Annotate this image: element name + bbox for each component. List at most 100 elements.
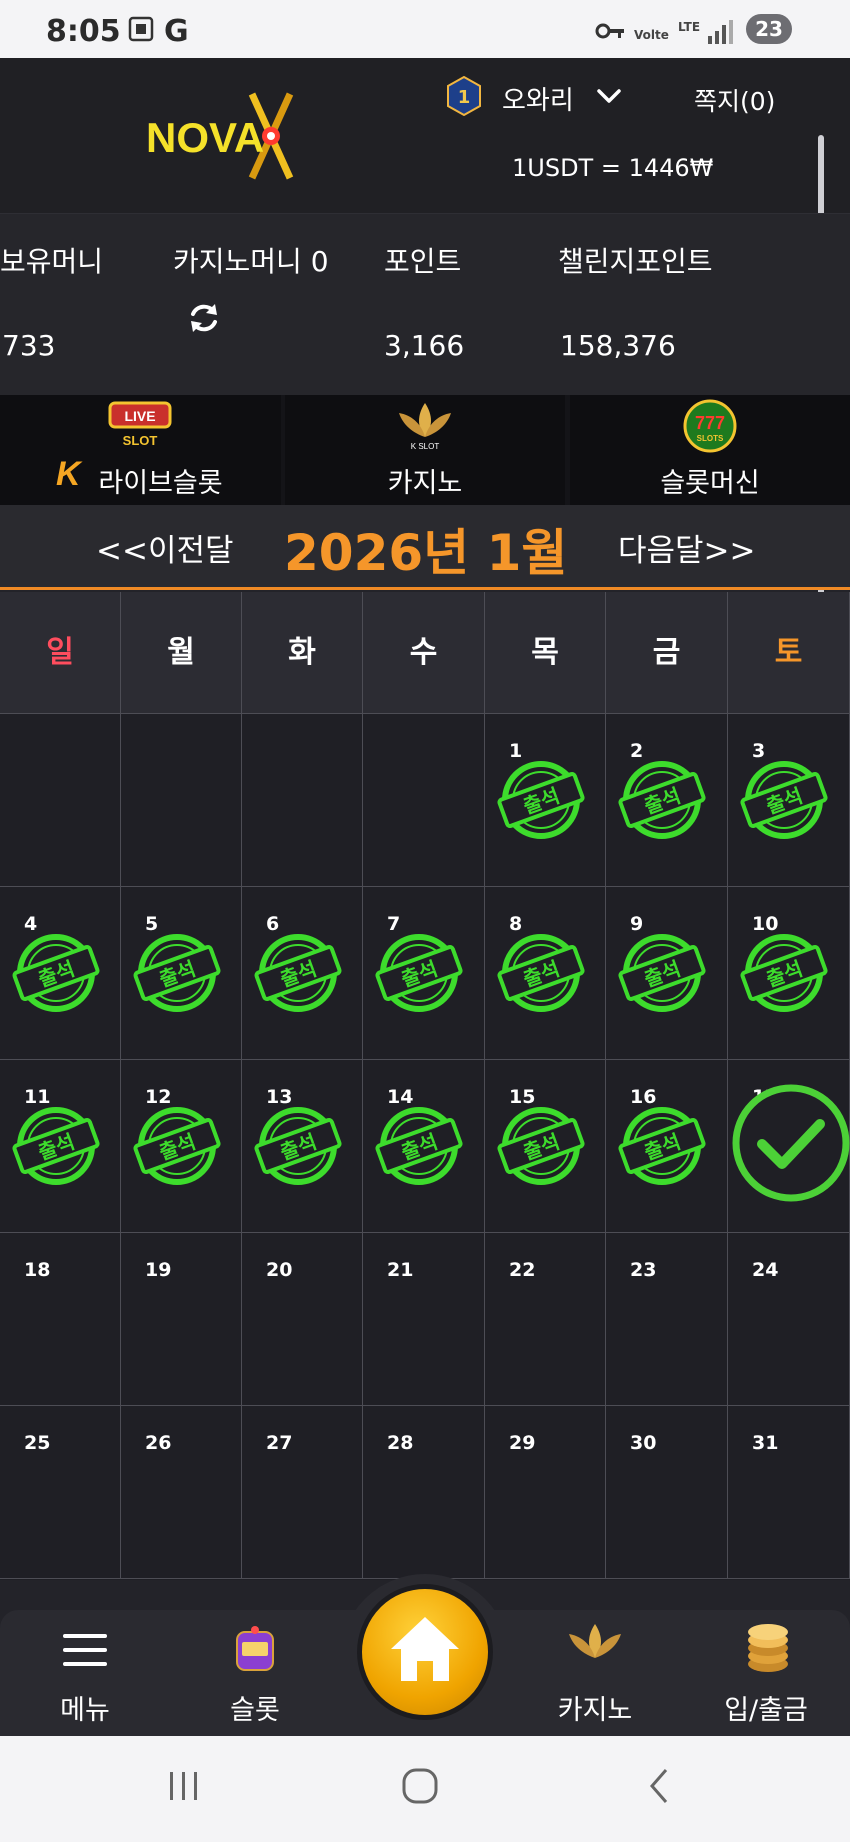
home-icon — [391, 1617, 459, 1681]
day-number: 27 — [266, 1432, 293, 1454]
day-number: 30 — [630, 1432, 657, 1454]
tab-casino[interactable]: K SLOT 카지노 — [285, 395, 565, 505]
attendance-stamp-icon: 출석 — [618, 1107, 706, 1185]
calendar-day-cell[interactable]: 9 출석 — [606, 887, 728, 1060]
calendar-day-cell[interactable]: 17 — [728, 1060, 850, 1233]
challenge-point-value: 158,376 — [560, 329, 676, 362]
svg-text:K SLOT: K SLOT — [411, 442, 440, 451]
day-number: 28 — [387, 1432, 414, 1454]
calendar-day-cell[interactable]: 10 출석 — [728, 887, 850, 1060]
menu-icon — [63, 1634, 107, 1666]
next-month-button[interactable]: 다음달>> — [618, 525, 756, 570]
calendar-day-cell[interactable]: 11 출석 — [0, 1060, 121, 1233]
top-header: NOVA 1 오와리 쪽지(0) 1USDT = 1446₩ — [0, 58, 850, 213]
day-number: 22 — [509, 1259, 536, 1281]
screenshot-icon — [128, 16, 154, 42]
android-navigation-bar — [0, 1736, 850, 1842]
calendar-day-cell[interactable]: 2 출석 — [606, 714, 728, 887]
calendar-day-cell[interactable]: 19 — [121, 1233, 242, 1406]
memo-button[interactable]: 쪽지(0) — [694, 82, 775, 118]
day-number: 26 — [145, 1432, 172, 1454]
day-number: 20 — [266, 1259, 293, 1281]
calendar-day-cell[interactable]: 4 출석 — [0, 887, 121, 1060]
attendance-stamp-icon: 출석 — [497, 934, 585, 1012]
signal-icon — [708, 20, 733, 44]
calendar-day-cell[interactable]: 22 — [485, 1233, 606, 1406]
game-category-tabs: LIVE SLOT K 라이브슬롯 K SLOT 카지노 777 SLOTS 슬… — [0, 395, 850, 505]
calendar-day-cell[interactable]: 26 — [121, 1406, 242, 1579]
calendar-day-cell[interactable]: 20 — [242, 1233, 363, 1406]
nav-menu[interactable]: 메뉴 — [25, 1610, 145, 1736]
calendar-day-cell[interactable]: 15 출석 — [485, 1060, 606, 1233]
calendar-day-cell[interactable]: 6 출석 — [242, 887, 363, 1060]
calendar-day-cell[interactable]: 24 — [728, 1233, 850, 1406]
svg-text:SLOT: SLOT — [123, 433, 158, 448]
calendar-day-cell[interactable]: 23 — [606, 1233, 728, 1406]
balance-panel: 보유머니 733 카지노머니 0 포인트 3,166 챌린지포인트 158,37… — [0, 213, 850, 395]
status-bar: 8:05 G Volte LTE 23 — [0, 0, 850, 58]
calendar-day-cell[interactable]: 14 출석 — [363, 1060, 485, 1233]
calendar-day-cell[interactable]: 12 출석 — [121, 1060, 242, 1233]
point-value: 3,166 — [384, 329, 465, 362]
attendance-stamp-icon: 출석 — [12, 934, 100, 1012]
app-root: 8:05 G Volte LTE 23 NOVA 1 오와리 쪽지(0) 1US… — [0, 0, 850, 1842]
holding-money-value: 733 — [2, 329, 56, 362]
recent-apps-icon[interactable] — [166, 1768, 202, 1804]
calendar-day-cell[interactable]: 21 — [363, 1233, 485, 1406]
tab-live-slot[interactable]: LIVE SLOT K 라이브슬롯 — [0, 395, 281, 505]
svg-text:777: 777 — [695, 413, 725, 433]
calendar-day-cell[interactable]: 5 출석 — [121, 887, 242, 1060]
weekday-header: 금 — [606, 592, 728, 714]
calendar-day-cell[interactable]: 16 출석 — [606, 1060, 728, 1233]
month-title: 2026년 1월 — [284, 524, 568, 582]
tab-slot-machine[interactable]: 777 SLOTS 슬롯머신 — [570, 395, 850, 505]
calendar-day-cell[interactable]: 3 출석 — [728, 714, 850, 887]
casino-money-label: 카지노머니 0 — [173, 245, 329, 278]
nav-casino[interactable]: 카지노 — [535, 1610, 655, 1736]
weekday-header: 일 — [0, 592, 121, 714]
calendar-day-cell[interactable]: 8 출석 — [485, 887, 606, 1060]
home-button[interactable] — [357, 1584, 493, 1720]
back-icon[interactable] — [644, 1766, 674, 1806]
nav-deposit-withdraw[interactable]: 입/출금 — [704, 1610, 828, 1736]
day-number: 25 — [24, 1432, 51, 1454]
attendance-stamp-icon: 출석 — [618, 934, 706, 1012]
nova-logo[interactable]: NOVA — [140, 86, 330, 186]
calendar-day-cell[interactable]: 27 — [242, 1406, 363, 1579]
attendance-stamp-icon: 출석 — [740, 934, 828, 1012]
calendar-day-cell[interactable]: 29 — [485, 1406, 606, 1579]
nav-slot[interactable]: 슬롯 — [195, 1610, 315, 1736]
calendar-empty-cell — [363, 714, 485, 887]
home-nav-icon[interactable] — [400, 1766, 440, 1806]
username-dropdown[interactable]: 오와리 — [502, 80, 574, 117]
svg-text:LIVE: LIVE — [124, 408, 155, 424]
calendar-day-cell[interactable]: 31 — [728, 1406, 850, 1579]
day-number: 19 — [145, 1259, 172, 1281]
chevron-down-icon[interactable] — [596, 84, 622, 108]
k-slot-lotus-icon: K SLOT — [399, 403, 451, 451]
attendance-calendar: 일 월 화 수 목 금 토 1 출석 2 출석 3 출석 4 출석 5 출석 6 출석 7 출석 8 출석 9 출석 10 출석 11… — [0, 592, 850, 1580]
logo-text: NOVA — [146, 114, 264, 161]
volte-indicator: Volte — [634, 28, 669, 42]
weekday-header: 화 — [242, 592, 363, 714]
calendar-day-cell[interactable]: 18 — [0, 1233, 121, 1406]
calendar-day-cell[interactable]: 7 출석 — [363, 887, 485, 1060]
calendar-day-cell[interactable]: 13 출석 — [242, 1060, 363, 1233]
point-label: 포인트 — [384, 245, 462, 278]
attendance-stamp-icon: 출석 — [740, 761, 828, 839]
refresh-icon[interactable] — [184, 298, 224, 338]
calendar-day-cell[interactable]: 25 — [0, 1406, 121, 1579]
calendar-day-cell[interactable]: 28 — [363, 1406, 485, 1579]
attendance-stamp-icon: 출석 — [12, 1107, 100, 1185]
calendar-day-cell[interactable]: 1 출석 — [485, 714, 606, 887]
attendance-stamp-icon: 출석 — [133, 1107, 221, 1185]
today-check-icon — [732, 1084, 850, 1202]
day-number: 24 — [752, 1259, 779, 1281]
calendar-day-cell[interactable]: 30 — [606, 1406, 728, 1579]
weekday-header: 월 — [121, 592, 242, 714]
month-navigation: <<이전달 2026년 1월 다음달>> — [0, 505, 850, 590]
attendance-stamp-icon: 출석 — [497, 1107, 585, 1185]
live-slot-icon: LIVE SLOT — [108, 401, 172, 448]
day-number: 29 — [509, 1432, 536, 1454]
prev-month-button[interactable]: <<이전달 — [96, 525, 234, 570]
